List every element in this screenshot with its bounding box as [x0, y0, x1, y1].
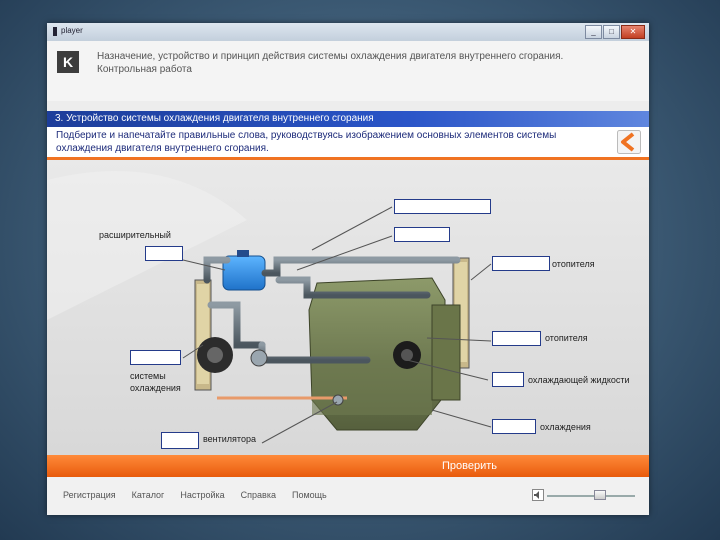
action-bar: Проверить: [47, 455, 649, 477]
lesson-header: K Назначение, устройство и принцип дейст…: [47, 41, 649, 101]
close-icon[interactable]: ✕: [621, 25, 645, 39]
check-button[interactable]: Проверить: [442, 460, 497, 472]
speaker-icon[interactable]: [532, 489, 544, 501]
label-expansion: расширительный: [99, 230, 171, 240]
label-heater-1: отопителя: [552, 259, 595, 269]
label-system-2: охлаждения: [130, 383, 181, 393]
volume-slider-track[interactable]: [547, 495, 635, 497]
section-title: 3. Устройство системы охлаждения двигате…: [55, 113, 374, 124]
window-titlebar: player _ □ ✕: [47, 23, 649, 41]
label-fan: вентилятора: [203, 434, 256, 444]
player-icon: [53, 27, 57, 36]
chevron-left-icon[interactable]: [617, 130, 641, 154]
answer-field-heater-2[interactable]: [492, 331, 541, 346]
nav-registration[interactable]: Регистрация: [63, 490, 116, 500]
diagram-area: расширительный отопителя отопителя охлаж…: [47, 160, 649, 455]
footer-nav: Регистрация Каталог Настройка Справка По…: [63, 490, 327, 500]
app-window: player _ □ ✕ K Назначение, устройство и …: [47, 23, 649, 515]
question-text: Подберите и напечатайте правильные слова…: [56, 130, 557, 154]
answer-field-fan[interactable]: [161, 432, 199, 449]
answer-field-heater-1[interactable]: [492, 256, 550, 271]
page-title: Назначение, устройство и принцип действи…: [97, 51, 564, 75]
minimize-icon[interactable]: _: [585, 25, 602, 39]
nav-settings[interactable]: Настройка: [180, 490, 224, 500]
engine-cooling-diagram: [47, 171, 492, 444]
section-bar: 3. Устройство системы охлаждения двигате…: [47, 111, 649, 127]
label-cooling: охлаждения: [540, 422, 591, 432]
nav-catalog[interactable]: Каталог: [132, 490, 165, 500]
maximize-icon[interactable]: □: [603, 25, 620, 39]
footer-bar: Регистрация Каталог Настройка Справка По…: [47, 477, 649, 515]
nav-help[interactable]: Справка: [241, 490, 276, 500]
question-panel: Подберите и напечатайте правильные слова…: [47, 127, 649, 160]
answer-field-top-2[interactable]: [394, 227, 450, 242]
nav-support[interactable]: Помощь: [292, 490, 327, 500]
label-coolant: охлаждающей жидкости: [528, 375, 630, 385]
answer-field-expansion[interactable]: [145, 246, 183, 261]
label-heater-2: отопителя: [545, 333, 588, 343]
answer-field-coolant[interactable]: [492, 372, 524, 387]
app-logo: K: [57, 51, 79, 73]
window-title: player: [61, 26, 83, 35]
answer-field-system[interactable]: [130, 350, 181, 365]
answer-field-top-1[interactable]: [394, 199, 491, 214]
answer-field-cooling[interactable]: [492, 419, 536, 434]
label-system-1: системы: [130, 371, 166, 381]
thermostat: [250, 349, 268, 367]
volume-slider-knob[interactable]: [593, 490, 606, 500]
